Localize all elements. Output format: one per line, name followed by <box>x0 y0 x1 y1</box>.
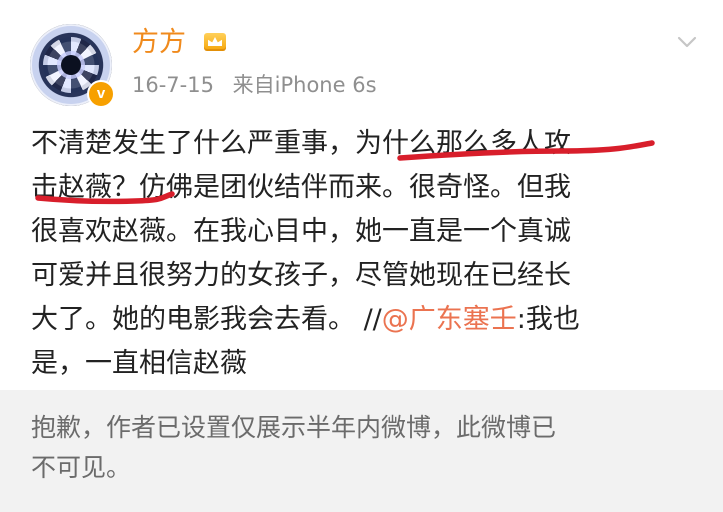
post-source: 来自iPhone 6s <box>232 73 377 97</box>
content-line-1: 不清楚发生了什么严重事，为什么那么多人攻 <box>31 128 571 159</box>
vip-crown-icon <box>204 33 226 51</box>
post-time: 16-7-15 <box>132 73 214 97</box>
weibo-post-card: v 方方 16-7-15 来自iPhone 6s 不清楚发生了什么严重事，为什么… <box>0 0 723 390</box>
user-mention-link[interactable]: @广东塞壬 <box>382 304 517 335</box>
username[interactable]: 方方 <box>132 26 186 60</box>
content-line-6: 是，一直相信赵薇 <box>31 348 247 379</box>
content-line-5-tail: :我也 <box>516 304 580 335</box>
content-line-5: 大了。她的电影我会去看。 //@广东塞壬:我也 <box>31 298 691 342</box>
content-line-3: 很喜欢赵薇。在我心目中，她一直是一个真诚 <box>31 216 571 247</box>
content-line-2: 击赵薇？仿佛是团伙结伴而来。很奇怪。但我 <box>31 172 571 203</box>
post-meta: 16-7-15 来自iPhone 6s <box>132 70 377 100</box>
post-visibility-notice: 抱歉，作者已设置仅展示半年内微博，此微博已 不可见。 <box>0 390 723 512</box>
notice-line-1: 抱歉，作者已设置仅展示半年内微博，此微博已 <box>31 413 557 442</box>
content-line-4: 可爱并且很努力的女孩子，尽管她现在已经长 <box>31 260 571 291</box>
chevron-down-icon[interactable] <box>677 32 697 52</box>
notice-line-2: 不可见。 <box>31 453 132 482</box>
post-content: 不清楚发生了什么严重事，为什么那么多人攻 击赵薇？仿佛是团伙结伴而来。很奇怪。但… <box>31 122 691 386</box>
notice-text: 抱歉，作者已设置仅展示半年内微博，此微博已 不可见。 <box>31 408 691 488</box>
verified-v-badge-icon: v <box>87 80 115 108</box>
content-line-5-text: 大了。她的电影我会去看。 // <box>31 304 382 335</box>
